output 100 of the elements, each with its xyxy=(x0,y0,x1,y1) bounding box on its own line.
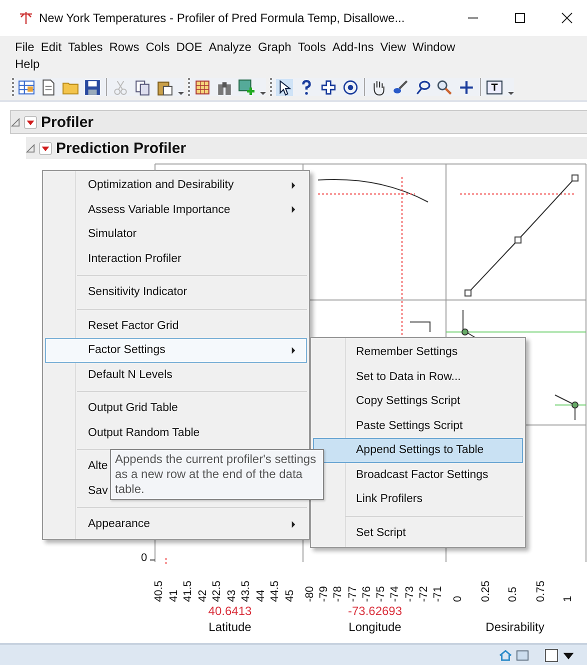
menu-item[interactable]: Reset Factor Grid xyxy=(45,314,307,338)
submenu-arrow-icon xyxy=(291,520,296,528)
brush-icon[interactable] xyxy=(392,78,409,96)
tick-label: -79 xyxy=(318,585,330,602)
menu-item[interactable]: Rows xyxy=(108,39,145,56)
menu-item[interactable]: Remember Settings xyxy=(313,340,523,364)
tick-label: 1 xyxy=(562,594,574,602)
window-icon[interactable] xyxy=(516,648,529,662)
tick-label: 0.25 xyxy=(480,580,492,602)
magnifier-icon[interactable] xyxy=(436,78,453,96)
tick-label: 42 xyxy=(196,588,209,602)
arrow-pointer-icon[interactable] xyxy=(276,78,293,96)
menu-item[interactable]: Optimization and Desirability xyxy=(45,173,307,198)
tick-label: -80 xyxy=(304,585,316,602)
menu-item[interactable]: Edit xyxy=(40,39,68,56)
factor-value[interactable]: -73.62693 xyxy=(348,604,402,619)
menu-item[interactable]: Tables xyxy=(67,39,108,56)
menu-item[interactable]: Set to Data in Row... xyxy=(313,364,523,389)
tick-label: 0.75 xyxy=(534,580,546,602)
tick-label: -73 xyxy=(404,585,416,602)
menu-item[interactable]: Set Script xyxy=(313,520,523,545)
desirability-line xyxy=(554,404,586,406)
prediction-trace xyxy=(410,322,430,332)
menu-item[interactable]: Interaction Profiler xyxy=(45,246,307,271)
menu-item[interactable]: Output Grid Table xyxy=(45,396,307,420)
tick-label: -72 xyxy=(418,585,430,602)
tick-label: 0 xyxy=(141,552,148,564)
menu-item[interactable]: Graph xyxy=(256,39,297,56)
overflow-caret-icon[interactable] xyxy=(508,90,514,96)
tick-label: -78 xyxy=(332,585,344,602)
crosshair-icon[interactable] xyxy=(320,78,337,96)
document-icon[interactable] xyxy=(40,78,57,96)
paste-icon[interactable] xyxy=(156,78,173,96)
menu-item[interactable]: File xyxy=(14,39,40,56)
menu-item[interactable]: Tools xyxy=(296,39,332,56)
window-title: New York Temperatures - Profiler of Pred Formula Temp, Disallowe... xyxy=(39,11,405,25)
maximize-icon[interactable] xyxy=(514,12,526,24)
tick-label: 44 xyxy=(254,588,267,602)
tick-label: 42.5 xyxy=(211,580,224,602)
disclosure-icon[interactable] xyxy=(11,118,20,126)
tick-label: 43 xyxy=(226,588,238,602)
submenu-arrow-icon xyxy=(291,206,296,214)
outline-title: Prediction Profiler xyxy=(56,140,186,156)
save-icon[interactable] xyxy=(84,78,101,96)
tick-label: 41 xyxy=(168,588,180,602)
submenu-arrow-icon xyxy=(291,346,296,354)
menu-item[interactable]: Analyze xyxy=(208,39,257,56)
tick-label: 41.5 xyxy=(182,580,194,602)
axis-label: Longitude xyxy=(348,619,402,635)
tick-label: 0.5 xyxy=(507,586,519,602)
lasso-icon[interactable] xyxy=(414,78,431,96)
table-icon[interactable] xyxy=(194,78,211,96)
tooltip: Appends the current profiler's settings as a new row at the end of the data table. xyxy=(110,449,324,500)
menu-item[interactable]: View xyxy=(379,39,412,56)
factor-value[interactable]: 40.6413 xyxy=(208,604,252,619)
popup-menu-icon[interactable] xyxy=(24,116,37,128)
tick-label: -75 xyxy=(375,585,388,602)
popup-menu-icon[interactable] xyxy=(39,142,52,154)
tick-label: 43.5 xyxy=(240,580,252,602)
menu-item[interactable]: Window xyxy=(412,39,461,56)
menu-item[interactable]: Add-Ins xyxy=(331,39,380,56)
desirability-handle[interactable] xyxy=(554,394,578,420)
app-icon xyxy=(18,10,34,26)
axis-label: Desirability xyxy=(486,619,544,635)
tick-label: 44.5 xyxy=(269,580,282,602)
outline-title: Profiler xyxy=(41,114,94,130)
menu-item[interactable]: Default N Levels xyxy=(45,362,307,387)
tick-label: 0 xyxy=(452,594,464,602)
menu-item[interactable]: Assess Variable Importance xyxy=(45,198,307,222)
tick-label: 45 xyxy=(284,588,296,602)
home-icon[interactable] xyxy=(499,648,512,662)
tick-label: -76 xyxy=(360,585,373,602)
submenu-arrow-icon xyxy=(291,182,296,189)
overflow-caret-icon[interactable] xyxy=(178,90,184,96)
menu-item[interactable]: Simulator xyxy=(45,222,307,246)
menu-item[interactable]: Factor Settings xyxy=(45,338,307,362)
disclosure-icon[interactable] xyxy=(26,144,35,152)
image-plus-icon[interactable] xyxy=(238,78,255,96)
tick-label: 40.5 xyxy=(153,580,165,602)
menu-item[interactable]: Paste Settings Script xyxy=(313,414,523,438)
copy-icon[interactable] xyxy=(134,78,151,96)
new-table-icon[interactable] xyxy=(18,78,35,96)
text-box-icon[interactable] xyxy=(486,78,503,96)
menu-item[interactable]: DOE xyxy=(175,39,208,56)
close-icon[interactable] xyxy=(561,12,573,24)
menu-item[interactable]: Appearance xyxy=(45,512,307,536)
menu-item[interactable]: Sensitivity Indicator xyxy=(45,280,307,304)
tick-label: -74 xyxy=(389,585,402,602)
menu-item[interactable]: Help xyxy=(14,56,46,73)
square-icon[interactable] xyxy=(545,648,558,662)
overflow-caret-icon[interactable] xyxy=(260,90,266,96)
target-icon[interactable] xyxy=(342,78,359,96)
plus-icon[interactable] xyxy=(458,78,475,96)
menu-item[interactable]: Cols xyxy=(144,39,176,56)
tick-label: -77 xyxy=(346,585,359,602)
desirability-handle[interactable] xyxy=(462,310,476,338)
menu-item[interactable]: Copy Settings Script xyxy=(313,389,523,414)
tick-label: -71 xyxy=(432,585,444,602)
menu-item[interactable]: Output Random Table xyxy=(45,420,307,445)
axis-label: Latitude xyxy=(208,619,252,635)
